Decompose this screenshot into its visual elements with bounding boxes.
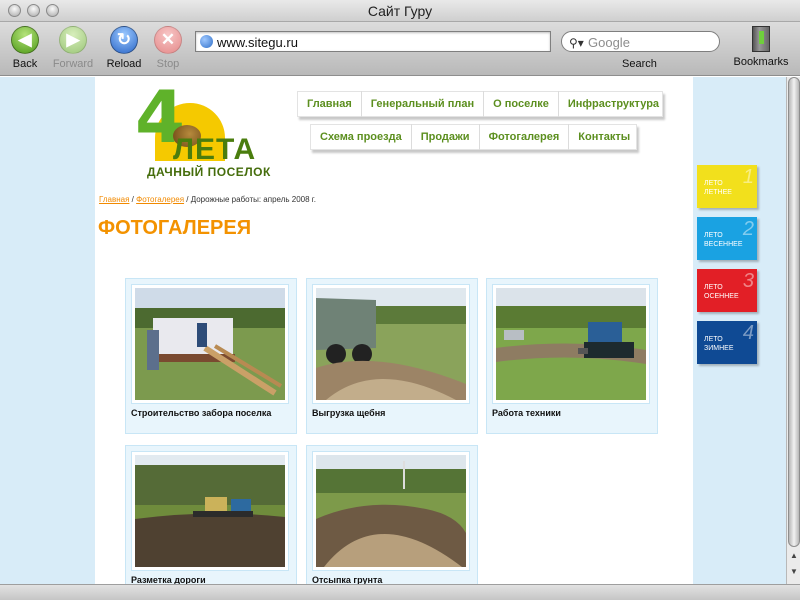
menu-item-sales[interactable]: Продажи xyxy=(412,124,480,150)
browser-toolbar: ◀ Back ▶ Forward ↻ Reload ✕ Stop www.sit… xyxy=(0,22,800,76)
window-titlebar: Сайт Гуру xyxy=(0,0,800,22)
season-label: ЛЕТО ОСЕННЕЕ xyxy=(704,284,739,301)
season-spring-button[interactable]: ЛЕТО ВЕСЕННЕЕ 2 xyxy=(697,217,757,260)
site-logo[interactable]: 4 ЛЕТА ДАЧНЫЙ ПОСЕЛОК xyxy=(133,81,273,181)
gallery-item[interactable]: Выгрузка щебня xyxy=(306,278,478,434)
reload-label: Reload xyxy=(106,58,142,70)
main-menu-bottom: Схема проезда Продажи Фотогалерея Контак… xyxy=(310,124,637,150)
window-title: Сайт Гуру xyxy=(367,3,433,19)
menu-item-infrastructure[interactable]: Инфраструктура xyxy=(559,91,668,117)
menu-item-about[interactable]: О поселке xyxy=(484,91,559,117)
vertical-scrollbar[interactable]: ▲ ▼ xyxy=(786,77,800,584)
search-input[interactable]: ⚲▾ Google xyxy=(561,31,720,52)
gallery-caption[interactable]: Отсыпка грунта xyxy=(312,575,382,584)
menu-item-directions[interactable]: Схема проезда xyxy=(311,124,412,150)
menu-item-master-plan[interactable]: Генеральный план xyxy=(362,91,485,117)
magnifier-icon: ⚲▾ xyxy=(569,36,584,50)
gallery-item[interactable]: Работа техники xyxy=(486,278,658,434)
page-title: ФОТОГАЛЕРЕЯ xyxy=(98,217,252,239)
season-number: 4 xyxy=(742,322,754,344)
search-placeholder: Google xyxy=(588,35,630,50)
season-label: ЛЕТО ЛЕТНЕЕ xyxy=(704,180,732,197)
photo-soil-filling[interactable] xyxy=(313,452,469,570)
bookmarks-icon xyxy=(752,26,770,52)
gallery-item[interactable]: Отсыпка грунта xyxy=(306,445,478,584)
page-content: 4 ЛЕТА ДАЧНЫЙ ПОСЕЛОК Главная Генеральны… xyxy=(95,77,693,584)
back-button[interactable]: ◀ Back xyxy=(0,26,50,70)
gallery-item[interactable]: Разметка дороги xyxy=(125,445,297,584)
logo-tagline: ДАЧНЫЙ ПОСЕЛОК xyxy=(147,165,271,179)
scroll-up-arrow-icon[interactable]: ▲ xyxy=(789,551,799,560)
stop-label: Stop xyxy=(156,58,180,70)
address-bar[interactable]: www.sitegu.ru xyxy=(195,31,551,52)
forward-button[interactable]: ▶ Forward xyxy=(47,26,99,70)
main-menu-top: Главная Генеральный план О поселке Инфра… xyxy=(297,91,663,117)
season-label: ЛЕТО ВЕСЕННЕЕ xyxy=(704,232,743,249)
gallery-caption[interactable]: Разметка дороги xyxy=(131,575,206,584)
address-text: www.sitegu.ru xyxy=(217,35,298,50)
search-label: Search xyxy=(622,58,657,70)
season-number: 2 xyxy=(742,218,754,240)
photo-machinery-work[interactable] xyxy=(493,285,649,403)
gallery-caption[interactable]: Строительство забора поселка xyxy=(131,408,271,418)
bookmarks-button[interactable]: Bookmarks xyxy=(730,26,792,68)
season-winter-button[interactable]: ЛЕТО ЗИМНЕЕ 4 xyxy=(697,321,757,364)
left-rail xyxy=(0,77,95,584)
status-bar xyxy=(0,584,800,600)
reload-icon: ↻ xyxy=(110,26,138,54)
menu-item-contacts[interactable]: Контакты xyxy=(569,124,639,150)
stop-button[interactable]: ✕ Stop xyxy=(143,26,193,70)
season-label: ЛЕТО ЗИМНЕЕ xyxy=(704,336,734,353)
season-autumn-button[interactable]: ЛЕТО ОСЕННЕЕ 3 xyxy=(697,269,757,312)
gallery-caption[interactable]: Выгрузка щебня xyxy=(312,408,385,418)
season-summer-button[interactable]: ЛЕТО ЛЕТНЕЕ 1 xyxy=(697,165,757,208)
back-label: Back xyxy=(12,58,38,70)
right-rail: ЛЕТО ЛЕТНЕЕ 1 ЛЕТО ВЕСЕННЕЕ 2 ЛЕТО ОСЕННЕЕ … xyxy=(693,77,786,584)
forward-arrow-icon: ▶ xyxy=(59,26,87,54)
breadcrumb-home-link[interactable]: Главная xyxy=(99,195,129,204)
globe-icon xyxy=(200,35,213,48)
gallery-item[interactable]: Строительство забора поселка xyxy=(125,278,297,434)
breadcrumb-gallery-link[interactable]: Фотогалерея xyxy=(136,195,184,204)
breadcrumb: Главная / Фотогалерея / Дорожные работы:… xyxy=(99,195,316,204)
season-number: 3 xyxy=(742,270,754,292)
season-number: 1 xyxy=(742,166,754,188)
reload-button[interactable]: ↻ Reload xyxy=(99,26,149,70)
breadcrumb-current: / Дорожные работы: апрель 2008 г. xyxy=(186,195,316,204)
forward-label: Forward xyxy=(52,58,94,70)
photo-road-marking[interactable] xyxy=(132,452,288,570)
stop-icon: ✕ xyxy=(154,26,182,54)
scroll-down-arrow-icon[interactable]: ▼ xyxy=(789,567,799,576)
menu-item-gallery[interactable]: Фотогалерея xyxy=(480,124,570,150)
back-arrow-icon: ◀ xyxy=(11,26,39,54)
page-viewport: 4 ЛЕТА ДАЧНЫЙ ПОСЕЛОК Главная Генеральны… xyxy=(0,77,786,584)
bookmarks-label: Bookmarks xyxy=(733,56,789,68)
menu-item-home[interactable]: Главная xyxy=(298,91,362,117)
photo-fence-construction[interactable] xyxy=(132,285,288,403)
logo-name: ЛЕТА xyxy=(173,133,257,166)
photo-gravel-unloading[interactable] xyxy=(313,285,469,403)
scrollbar-thumb[interactable] xyxy=(788,77,800,547)
gallery-caption[interactable]: Работа техники xyxy=(492,408,561,418)
